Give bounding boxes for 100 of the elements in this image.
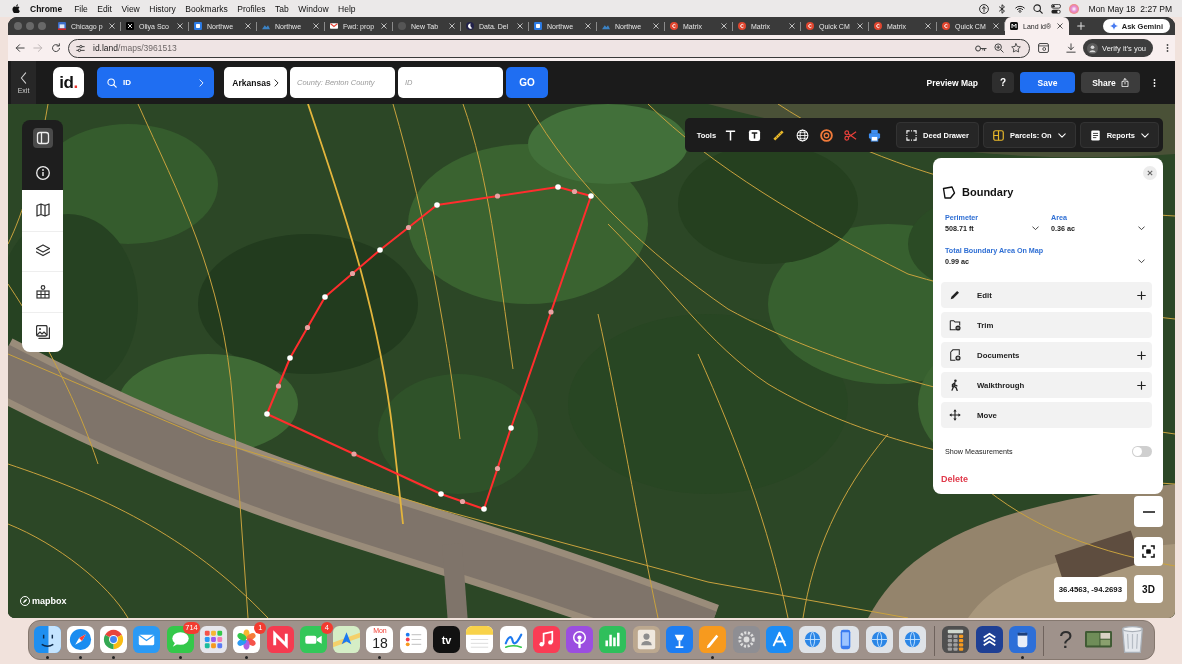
address-field[interactable]: id.land/maps/3961513 [68, 38, 1030, 58]
wifi-icon[interactable] [1014, 3, 1025, 14]
app-icon[interactable] [1008, 626, 1036, 653]
trash-icon[interactable] [1121, 626, 1143, 653]
midpoint-handle[interactable] [548, 309, 554, 315]
chevron-down-icon[interactable] [1138, 226, 1145, 231]
bluetooth-icon[interactable] [996, 3, 1007, 14]
solar-panel-icon[interactable] [35, 284, 50, 299]
midpoint-handle[interactable] [405, 224, 412, 231]
menu-icon[interactable] [1153, 77, 1156, 88]
plus-icon[interactable] [1137, 380, 1146, 390]
app-icon[interactable] [942, 626, 970, 653]
circle-arrow-icon[interactable] [978, 3, 989, 14]
vertex-handle[interactable] [287, 355, 293, 361]
view-3d-button[interactable]: 3D [1134, 575, 1163, 603]
menu-item[interactable]: Bookmarks [185, 3, 228, 14]
site-settings-icon[interactable] [76, 43, 85, 53]
close-icon[interactable] [1143, 166, 1157, 180]
menubar-date[interactable]: Mon May 18 [1088, 3, 1136, 14]
ruler-icon[interactable] [772, 128, 786, 142]
scissors-icon[interactable] [844, 128, 858, 142]
vertex-handle[interactable] [377, 247, 383, 253]
vertex-handle[interactable] [555, 184, 561, 190]
vertex-handle[interactable] [264, 411, 270, 417]
menubar-time[interactable]: 2:27 PM [1140, 3, 1172, 14]
midpoint-handle[interactable] [571, 188, 578, 195]
plus-icon[interactable] [1137, 290, 1146, 300]
panel-title: Boundary [962, 186, 1014, 198]
go-button[interactable]: GO [506, 67, 548, 98]
fit-view-button[interactable] [1134, 537, 1163, 566]
midpoint-handle[interactable] [304, 324, 311, 331]
menu-item[interactable]: File [74, 3, 88, 14]
menu-item[interactable]: Help [338, 3, 356, 14]
text-icon[interactable] [724, 128, 738, 142]
search-icon[interactable] [1032, 3, 1043, 14]
vertex-handle[interactable] [434, 202, 440, 208]
download-icon[interactable] [1066, 43, 1077, 53]
menu-item[interactable]: Profiles [237, 3, 266, 14]
search-mode-button[interactable]: ID [97, 67, 214, 98]
midpoint-handle[interactable] [494, 193, 501, 199]
app-icon[interactable] [499, 626, 527, 653]
text-box-icon[interactable] [748, 128, 762, 142]
tab-search-icon[interactable] [1038, 43, 1049, 53]
new-tab-icon[interactable] [1077, 22, 1085, 30]
plus-icon[interactable] [1137, 350, 1146, 360]
reload-icon[interactable] [51, 43, 61, 53]
boundary-outline[interactable] [266, 186, 592, 510]
sidebar-toggle-icon[interactable] [32, 127, 53, 148]
app-icon[interactable]: tv [433, 626, 460, 653]
zoom-out-button[interactable] [1134, 496, 1163, 527]
midpoint-handle[interactable] [459, 498, 466, 505]
menu-item[interactable]: History [149, 3, 176, 14]
star-icon[interactable] [1011, 43, 1021, 53]
menu-item[interactable]: Chrome [30, 3, 63, 14]
image-thumbnail[interactable] [1085, 631, 1113, 648]
chevron-down-icon [1141, 132, 1149, 138]
app-icon[interactable] [566, 626, 594, 653]
menu-icon[interactable] [1166, 43, 1169, 53]
midpoint-handle[interactable] [494, 465, 501, 472]
midpoint-handle[interactable] [351, 451, 357, 457]
chevron-down-icon[interactable] [1138, 259, 1145, 264]
help-button[interactable]: ? [992, 72, 1014, 93]
key-icon[interactable] [975, 44, 987, 52]
menu-item[interactable]: Window [298, 3, 329, 14]
delete-button[interactable]: Delete [941, 474, 968, 484]
vertex-handle[interactable] [322, 294, 328, 300]
menu-item[interactable]: Edit [97, 3, 112, 14]
vertex-handle[interactable] [508, 425, 514, 431]
globe-icon[interactable] [796, 128, 810, 142]
app-logo[interactable]: id. [53, 67, 84, 98]
state-selector[interactable]: Arkansas [224, 67, 287, 98]
menu-item[interactable]: Tab [275, 3, 289, 14]
app-icon[interactable] [100, 626, 128, 653]
zoom-in-icon[interactable] [994, 43, 1004, 53]
save-button[interactable]: Save [1020, 72, 1075, 93]
layers-icon[interactable] [35, 244, 50, 259]
midpoint-handle[interactable] [275, 383, 282, 389]
control-center-icon[interactable] [1050, 3, 1061, 14]
images-icon[interactable] [35, 325, 50, 340]
printer-icon[interactable] [868, 128, 882, 142]
back-icon[interactable] [15, 43, 25, 53]
measurements-toggle[interactable] [1132, 445, 1152, 457]
info-icon[interactable] [35, 165, 50, 180]
app-icon[interactable] [975, 626, 1003, 653]
chevron-down-icon[interactable] [1032, 226, 1039, 231]
search-icon [107, 77, 117, 88]
map-icon[interactable] [35, 203, 50, 218]
menu-item[interactable]: View [121, 3, 140, 14]
apple-icon[interactable] [12, 3, 20, 14]
ring-icon[interactable] [820, 128, 834, 142]
vertex-handle[interactable] [481, 506, 487, 512]
close-icon[interactable] [1057, 23, 1063, 29]
vertex-handle[interactable] [438, 491, 444, 497]
share-button[interactable]: Share [1081, 72, 1140, 93]
midpoint-handle[interactable] [349, 270, 356, 277]
question-mark-icon[interactable]: ? [1052, 626, 1080, 653]
app-icon[interactable] [33, 626, 61, 653]
app-icon[interactable] [666, 626, 693, 653]
vertex-handle[interactable] [588, 193, 594, 199]
preview-map-button[interactable]: Preview Map [926, 77, 978, 88]
